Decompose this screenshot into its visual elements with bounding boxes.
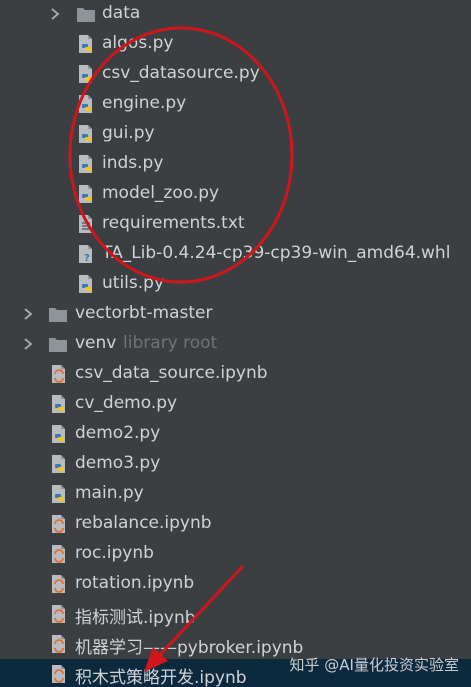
- jupyter-notebook-icon: [49, 543, 67, 565]
- tree-item-label: vectorbt-master: [75, 303, 213, 323]
- chevron-right-icon[interactable]: [21, 334, 35, 354]
- tree-file-row[interactable]: csv_datasource.py: [0, 59, 471, 89]
- python-file-icon: [49, 423, 67, 445]
- tree-item-label: main.py: [75, 483, 144, 503]
- tree-item-label: 积木式策略开发.ipynb: [75, 668, 247, 687]
- tree-item-label: roc.ipynb: [75, 543, 154, 563]
- tree-file-row[interactable]: gui.py: [0, 119, 471, 149]
- tree-item-label: data: [102, 3, 141, 23]
- tree-item-label: venv: [75, 333, 117, 353]
- jupyter-notebook-icon: [49, 513, 67, 535]
- folder-icon: [48, 333, 67, 355]
- chevron-right-icon[interactable]: [21, 304, 35, 324]
- tree-item-label: utils.py: [102, 273, 164, 293]
- python-file-icon: [49, 483, 67, 505]
- tree-file-row[interactable]: engine.py: [0, 89, 471, 119]
- jupyter-notebook-icon: [49, 663, 67, 685]
- jupyter-notebook-icon: [49, 363, 67, 385]
- tree-file-row[interactable]: csv_data_source.ipynb: [0, 359, 471, 389]
- tree-item-label: requirements.txt: [102, 213, 245, 233]
- tree-folder-row[interactable]: venv library root: [0, 329, 471, 359]
- unknown-file-icon: ?: [76, 243, 94, 265]
- tree-item-label: algos.py: [102, 33, 174, 53]
- jupyter-notebook-icon: [49, 573, 67, 595]
- tree-item-label: TA_Lib-0.4.24-cp39-cp39-win_amd64.whl: [102, 243, 451, 263]
- tree-folder-row[interactable]: data: [0, 0, 471, 29]
- python-file-icon: [76, 123, 94, 145]
- tree-file-row[interactable]: main.py: [0, 479, 471, 509]
- text-file-icon: [76, 213, 94, 235]
- tree-file-row[interactable]: roc.ipynb: [0, 539, 471, 569]
- tree-item-label: model_zoo.py: [102, 183, 220, 203]
- tree-item-label: cv_demo.py: [75, 393, 178, 413]
- python-file-icon: [76, 93, 94, 115]
- tree-file-row[interactable]: requirements.txt: [0, 209, 471, 239]
- tree-file-row[interactable]: utils.py: [0, 269, 471, 299]
- tree-file-row[interactable]: model_zoo.py: [0, 179, 471, 209]
- tree-file-row[interactable]: demo3.py: [0, 449, 471, 479]
- tree-file-row[interactable]: rebalance.ipynb: [0, 509, 471, 539]
- python-file-icon: [76, 153, 94, 175]
- tree-file-row[interactable]: inds.py: [0, 149, 471, 179]
- tree-file-row[interactable]: rotation.ipynb: [0, 569, 471, 599]
- jupyter-notebook-icon: [49, 603, 67, 625]
- library-root-hint: library root: [123, 333, 218, 353]
- tree-item-label: gui.py: [102, 123, 155, 143]
- folder-icon: [48, 303, 67, 325]
- tree-file-row[interactable]: ? TA_Lib-0.4.24-cp39-cp39-win_amd64.whl: [0, 239, 471, 269]
- chevron-right-icon[interactable]: [48, 4, 62, 24]
- svg-text:?: ?: [84, 253, 90, 264]
- python-file-icon: [76, 33, 94, 55]
- tree-file-row[interactable]: demo2.py: [0, 419, 471, 449]
- python-file-icon: [76, 63, 94, 85]
- tree-item-label: 机器学习——pybroker.ipynb: [75, 638, 304, 658]
- watermark: 知乎 @AI量化投资实验室: [289, 656, 459, 674]
- tree-item-label: rotation.ipynb: [75, 573, 195, 593]
- tree-item-label: demo2.py: [75, 423, 161, 443]
- tree-file-row[interactable]: 指标测试.ipynb: [0, 599, 471, 629]
- python-file-icon: [76, 183, 94, 205]
- jupyter-notebook-icon: [49, 633, 67, 655]
- tree-item-label: 指标测试.ipynb: [75, 608, 196, 628]
- tree-item-label: rebalance.ipynb: [75, 513, 212, 533]
- tree-file-row[interactable]: algos.py: [0, 29, 471, 59]
- tree-item-label: csv_datasource.py: [102, 63, 260, 83]
- tree-item-label: inds.py: [102, 153, 164, 173]
- tree-file-row[interactable]: cv_demo.py: [0, 389, 471, 419]
- project-tree: data algos.py csv_datasource.py engine.py gu…: [0, 0, 471, 687]
- python-file-icon: [49, 453, 67, 475]
- tree-folder-row[interactable]: vectorbt-master: [0, 299, 471, 329]
- tree-item-label: csv_data_source.ipynb: [75, 363, 268, 383]
- tree-item-label: engine.py: [102, 93, 187, 113]
- python-file-icon: [76, 273, 94, 295]
- python-file-icon: [49, 393, 67, 415]
- tree-item-label: demo3.py: [75, 453, 161, 473]
- folder-icon: [76, 3, 95, 25]
